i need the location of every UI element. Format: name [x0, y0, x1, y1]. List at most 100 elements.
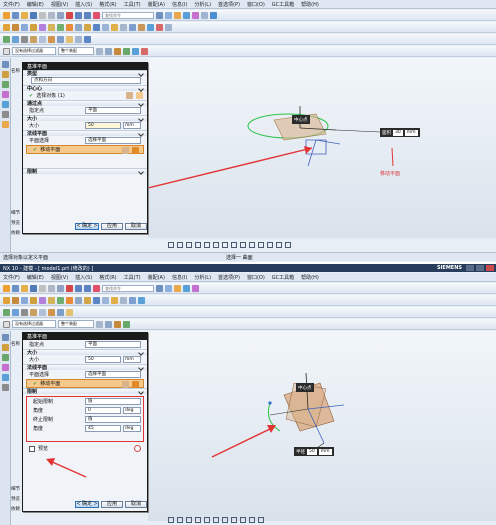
- reuse-library-icon[interactable]: [2, 91, 9, 98]
- offset-icon[interactable]: [111, 23, 118, 31]
- limits-section-header[interactable]: 限制: [23, 168, 147, 175]
- apply-button[interactable]: 应用: [101, 223, 123, 230]
- point-icon[interactable]: [39, 35, 46, 43]
- measure-icon[interactable]: [147, 23, 154, 31]
- snap-icon[interactable]: [96, 47, 103, 55]
- plane-select[interactable]: 选择平面: [85, 137, 141, 144]
- snap-icon[interactable]: [258, 516, 264, 523]
- fit-icon[interactable]: [165, 11, 172, 19]
- redo-icon[interactable]: [84, 11, 91, 19]
- sweep-icon[interactable]: [129, 23, 136, 31]
- command-search-input[interactable]: 查找命令: [102, 11, 154, 19]
- layer-icon[interactable]: [192, 11, 199, 19]
- type-filter-select[interactable]: 没有选择过滤器: [12, 47, 56, 55]
- snap-icon[interactable]: [231, 516, 237, 523]
- constraint-navigator-icon[interactable]: [2, 81, 9, 88]
- intersect-curve-icon[interactable]: [75, 35, 82, 43]
- blend-icon[interactable]: [48, 23, 55, 31]
- undo-icon[interactable]: [75, 11, 82, 19]
- snap-icon[interactable]: [141, 47, 148, 55]
- command-finder-icon[interactable]: [93, 11, 100, 19]
- snap-icon[interactable]: [168, 516, 174, 523]
- save-icon[interactable]: [30, 11, 37, 19]
- view-icon[interactable]: [156, 11, 163, 19]
- menu-item-insert[interactable]: 插入(S): [75, 1, 92, 8]
- snap-icon[interactable]: [168, 241, 174, 248]
- snap-icon[interactable]: [222, 516, 228, 523]
- pattern-icon[interactable]: [84, 23, 91, 31]
- history-icon[interactable]: [2, 101, 9, 108]
- thread-icon[interactable]: [138, 23, 145, 31]
- move-icon[interactable]: [132, 147, 139, 154]
- new-icon[interactable]: [12, 11, 19, 19]
- size-input[interactable]: 50: [85, 122, 121, 129]
- snap-icon[interactable]: [177, 516, 183, 523]
- arc-icon[interactable]: [12, 35, 19, 43]
- snap-icon[interactable]: [249, 241, 255, 248]
- boolean-icon[interactable]: [39, 23, 46, 31]
- snap-icon[interactable]: [231, 241, 237, 248]
- polygon-icon[interactable]: [57, 35, 64, 43]
- cut-icon[interactable]: [39, 11, 46, 19]
- point-dialog-icon[interactable]: [126, 92, 133, 99]
- line-icon[interactable]: [3, 35, 10, 43]
- scope-filter-select[interactable]: 整个装配: [58, 47, 94, 55]
- snap-icon[interactable]: [195, 241, 201, 248]
- copy-icon[interactable]: [48, 11, 55, 19]
- snap-icon[interactable]: [249, 516, 255, 523]
- open-icon[interactable]: [21, 11, 28, 19]
- move-plane-row[interactable]: ✔ 移动平面: [26, 145, 144, 154]
- snap-icon[interactable]: [258, 241, 264, 248]
- snap-icon[interactable]: [204, 241, 210, 248]
- snap-icon[interactable]: [213, 241, 219, 248]
- datum-plane-icon[interactable]: [75, 23, 82, 31]
- rectangle-icon[interactable]: [48, 35, 55, 43]
- graphics-window[interactable]: 中心点 面积 30 mm 移动平面: [147, 58, 496, 238]
- menu-item-preferences[interactable]: 首选项(P): [218, 1, 240, 8]
- snap-icon[interactable]: [213, 516, 219, 523]
- snap-icon[interactable]: [222, 241, 228, 248]
- project-curve-icon[interactable]: [66, 35, 73, 43]
- edit-curve-icon[interactable]: [84, 35, 91, 43]
- assembly-navigator-icon[interactable]: [2, 71, 9, 78]
- ctrl-value-input[interactable]: 30: [393, 129, 403, 136]
- window-icon[interactable]: [201, 11, 208, 19]
- cancel-button[interactable]: 取消: [125, 223, 147, 230]
- snap-icon[interactable]: [195, 516, 201, 523]
- draft-icon[interactable]: [120, 23, 127, 31]
- web-browser-icon[interactable]: [2, 111, 9, 118]
- start-icon[interactable]: [3, 11, 10, 19]
- roles-icon[interactable]: [2, 121, 9, 128]
- snap-icon[interactable]: [276, 241, 282, 248]
- circle-icon[interactable]: [21, 35, 28, 43]
- menu-item-view[interactable]: 视图(V): [51, 1, 68, 8]
- revolve-icon[interactable]: [21, 23, 28, 31]
- snap-icon[interactable]: [177, 241, 183, 248]
- shell-icon[interactable]: [66, 23, 73, 31]
- trim-icon[interactable]: [102, 23, 109, 31]
- part-navigator-icon[interactable]: [2, 61, 9, 68]
- help-icon[interactable]: [210, 11, 217, 19]
- menu-item-format[interactable]: 格式(R): [99, 1, 116, 8]
- select-object-row[interactable]: ✔ 选择对象 (1): [23, 91, 147, 100]
- curve-icon[interactable]: [136, 92, 143, 99]
- center-point-handle[interactable]: 中心点: [292, 115, 310, 124]
- mirror-icon[interactable]: [93, 23, 100, 31]
- chamfer-icon[interactable]: [57, 23, 64, 31]
- menu-item-info[interactable]: 信息(I): [172, 1, 187, 8]
- model-canvas[interactable]: [147, 58, 496, 238]
- menu-item-assembly[interactable]: 装配(A): [148, 1, 165, 8]
- plane-icon[interactable]: [122, 147, 129, 154]
- snap-icon[interactable]: [132, 47, 139, 55]
- delete-icon[interactable]: [66, 11, 73, 19]
- snap-icon[interactable]: [204, 516, 210, 523]
- ok-button[interactable]: < 确定 >: [75, 223, 99, 230]
- section-icon[interactable]: [156, 23, 163, 31]
- menu-item-tools[interactable]: 工具(T): [124, 1, 141, 8]
- shade-icon[interactable]: [174, 11, 181, 19]
- snap-icon[interactable]: [186, 241, 192, 248]
- menu-item-analysis[interactable]: 分析(L): [194, 1, 211, 8]
- menu-item-edit[interactable]: 编辑(E): [27, 1, 44, 8]
- snap-icon[interactable]: [285, 241, 291, 248]
- sketch-icon[interactable]: [3, 23, 10, 31]
